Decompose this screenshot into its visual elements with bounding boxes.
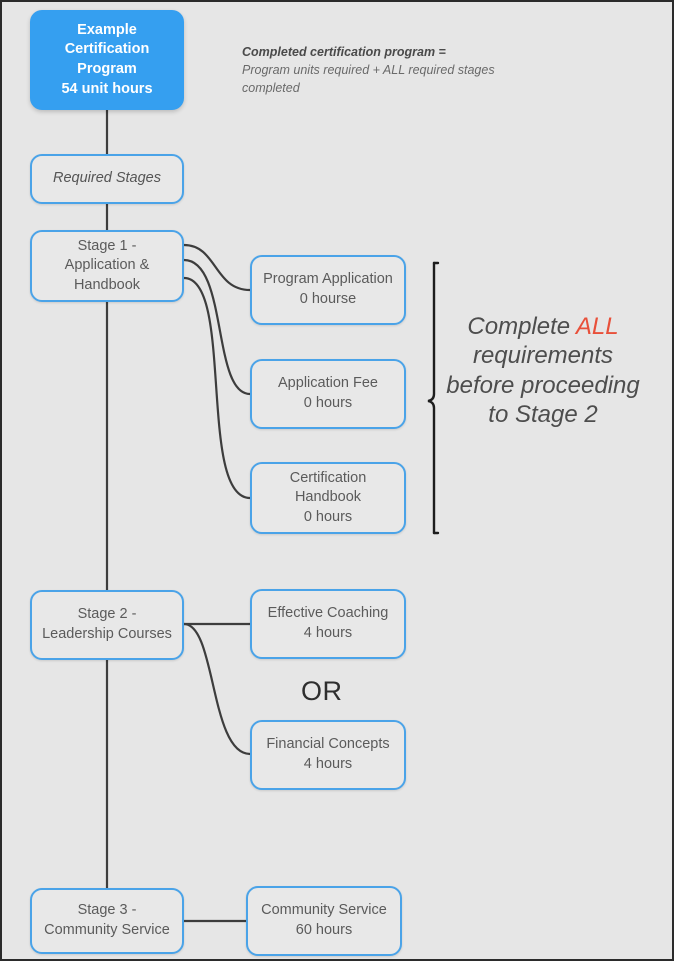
legend-note: Completed certification program = Progra…: [242, 43, 542, 97]
node-req-community-service-label: Community Service 60 hours: [261, 902, 387, 938]
wire-stage1-certification-handbook: [182, 276, 252, 500]
wire-stage2-financial-concepts: [182, 622, 252, 756]
node-stage-3-label: Stage 3 - Community Service: [44, 902, 170, 938]
node-stage-3[interactable]: Stage 3 - Community Service: [30, 888, 184, 954]
brace-callout-emphasis: ALL: [575, 313, 619, 340]
legend-note-body: Program units required + ALL required st…: [242, 63, 495, 96]
node-root-program[interactable]: Example Certification Program 54 unit ho…: [30, 10, 184, 110]
wire-stage1-program-application: [182, 243, 252, 292]
node-req-application-fee-label: Application Fee 0 hours: [278, 375, 378, 411]
brace-callout-text: Complete ALL requirements before proceed…: [426, 312, 660, 429]
node-req-effective-coaching-label: Effective Coaching 4 hours: [267, 605, 389, 641]
brace-callout-line3: before proceeding: [446, 371, 640, 399]
node-req-application-fee[interactable]: Application Fee 0 hours: [250, 359, 406, 429]
node-req-financial-concepts[interactable]: Financial Concepts 4 hours: [250, 720, 406, 790]
node-required-stages[interactable]: Required Stages: [30, 154, 184, 204]
node-req-community-service[interactable]: Community Service 60 hours: [246, 886, 402, 956]
legend-note-heading: Completed certification program =: [242, 45, 446, 59]
node-req-certification-handbook-label: Certification Handbook 0 hours: [289, 469, 367, 525]
node-req-program-application-label: Program Application 0 hourse: [263, 271, 393, 307]
or-logic-label-text: OR: [301, 676, 343, 706]
node-stage-2-label: Stage 2 - Leadership Courses: [42, 606, 172, 642]
node-req-certification-handbook[interactable]: Certification Handbook 0 hours: [250, 462, 406, 534]
wire-stage1-application-fee: [182, 258, 252, 396]
node-stage-1[interactable]: Stage 1 - Application & Handbook: [30, 230, 184, 302]
node-req-financial-concepts-label: Financial Concepts 4 hours: [266, 736, 390, 772]
brace-callout-line2: requirements: [472, 342, 614, 370]
node-req-effective-coaching[interactable]: Effective Coaching 4 hours: [250, 589, 406, 659]
node-req-program-application[interactable]: Program Application 0 hourse: [250, 255, 406, 325]
brace-callout-line4: to Stage 2: [488, 400, 598, 428]
node-stage-1-label: Stage 1 - Application & Handbook: [64, 237, 150, 293]
or-logic-label: OR: [301, 676, 343, 707]
node-root-program-label: Example Certification Program 54 unit ho…: [61, 21, 153, 97]
node-required-stages-label: Required Stages: [52, 170, 161, 187]
brace-callout-line1-pre: Complete: [467, 313, 576, 340]
node-stage-2[interactable]: Stage 2 - Leadership Courses: [30, 590, 184, 660]
diagram-canvas: Example Certification Program 54 unit ho…: [0, 0, 674, 961]
